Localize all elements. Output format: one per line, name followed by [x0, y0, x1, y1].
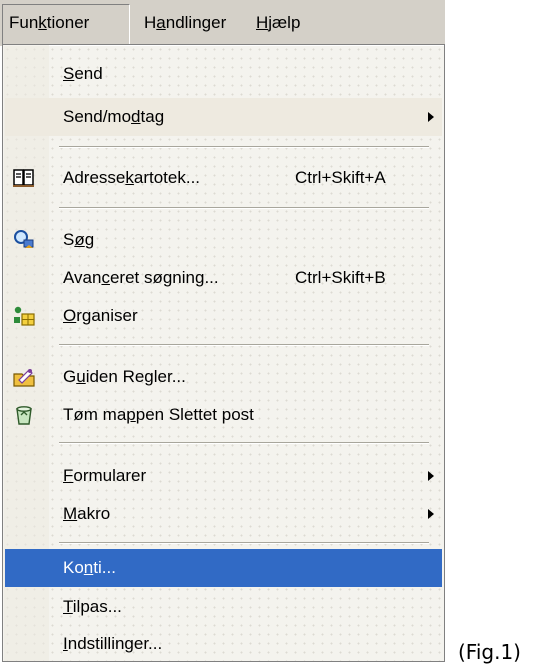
menu-item-rules-wizard[interactable]: Guiden Regler...	[5, 358, 442, 396]
menu-item-send[interactable]: Send	[5, 55, 442, 93]
menu-item-label: Konti...	[63, 558, 116, 577]
menu-item-empty-deleted[interactable]: Tøm mappen Slettet post	[5, 396, 442, 434]
menu-item-label: Adressekartotek...	[63, 168, 201, 187]
menu-item-label: Tilpas...	[63, 597, 122, 616]
menu-item-macro[interactable]: Makro	[5, 495, 442, 533]
menu-label-part: tioner	[46, 13, 90, 32]
menu-label-mnemonic: a	[156, 13, 166, 32]
menu-item-label: Indstillinger...	[63, 634, 163, 653]
menu-item-label: Avanceret søgning...	[63, 268, 219, 287]
rules-wizard-icon	[13, 369, 35, 387]
menu-item-advanced-find[interactable]: Avanceret søgning... Ctrl+Skift+B	[5, 259, 442, 297]
menu-label-part: jælp	[268, 13, 301, 32]
menu-funktioner[interactable]: Funktioner	[2, 4, 130, 44]
menu-item-label: Tøm mappen Slettet post	[63, 405, 254, 424]
find-icon	[14, 230, 34, 248]
menu-item-find[interactable]: Søg	[5, 221, 442, 259]
submenu-arrow-icon	[428, 112, 434, 122]
menu-item-accounts[interactable]: Konti...	[5, 549, 442, 587]
address-book-icon	[13, 169, 34, 187]
organize-icon	[14, 306, 35, 326]
menu-item-label: Makro	[63, 504, 111, 523]
menu-item-send-receive[interactable]: Send/modtag	[5, 98, 442, 136]
figure-caption: (Fig.1)	[458, 640, 521, 664]
recycle-bin-icon	[16, 406, 32, 425]
menu-item-label: Søg	[63, 230, 95, 249]
menu-item-label: Formularer	[63, 466, 147, 485]
menu-handlinger[interactable]: Handlinger	[138, 6, 232, 40]
menu-item-shortcut: Ctrl+Skift+B	[295, 268, 386, 287]
menu-hjaelp[interactable]: Hjælp	[250, 6, 306, 40]
funktioner-dropdown: Send Send/modtag Adressekartotek... Ctrl…	[2, 44, 445, 662]
submenu-arrow-icon	[428, 471, 434, 481]
menu-label-part: H	[144, 13, 157, 32]
menu-item-label: Send	[63, 64, 103, 83]
submenu-arrow-icon	[428, 509, 434, 519]
separator	[59, 207, 429, 209]
menu-item-address-book[interactable]: Adressekartotek... Ctrl+Skift+A	[5, 159, 442, 197]
menu-item-label: Send/modtag	[63, 107, 165, 126]
menu-item-organize[interactable]: Organiser	[5, 297, 442, 335]
menu-label-part: Fun	[9, 13, 39, 32]
separator	[59, 442, 429, 444]
menu-item-shortcut: Ctrl+Skift+A	[295, 168, 386, 187]
menu-item-label: Organiser	[63, 306, 138, 325]
menu-label-mnemonic: H	[256, 13, 269, 32]
menu-item-customize[interactable]: Tilpas...	[5, 588, 442, 626]
menu-item-options[interactable]: Indstillinger...	[5, 625, 442, 663]
separator	[59, 344, 429, 346]
menu-item-forms[interactable]: Formularer	[5, 457, 442, 495]
menu-label-mnemonic: k	[38, 13, 47, 32]
menu-bar: Funktioner Handlinger Hjælp	[0, 0, 445, 46]
menu-item-label: Guiden Regler...	[63, 367, 186, 386]
separator	[59, 146, 429, 148]
separator	[59, 542, 429, 544]
menu-label-part: ndlinger	[165, 13, 227, 32]
